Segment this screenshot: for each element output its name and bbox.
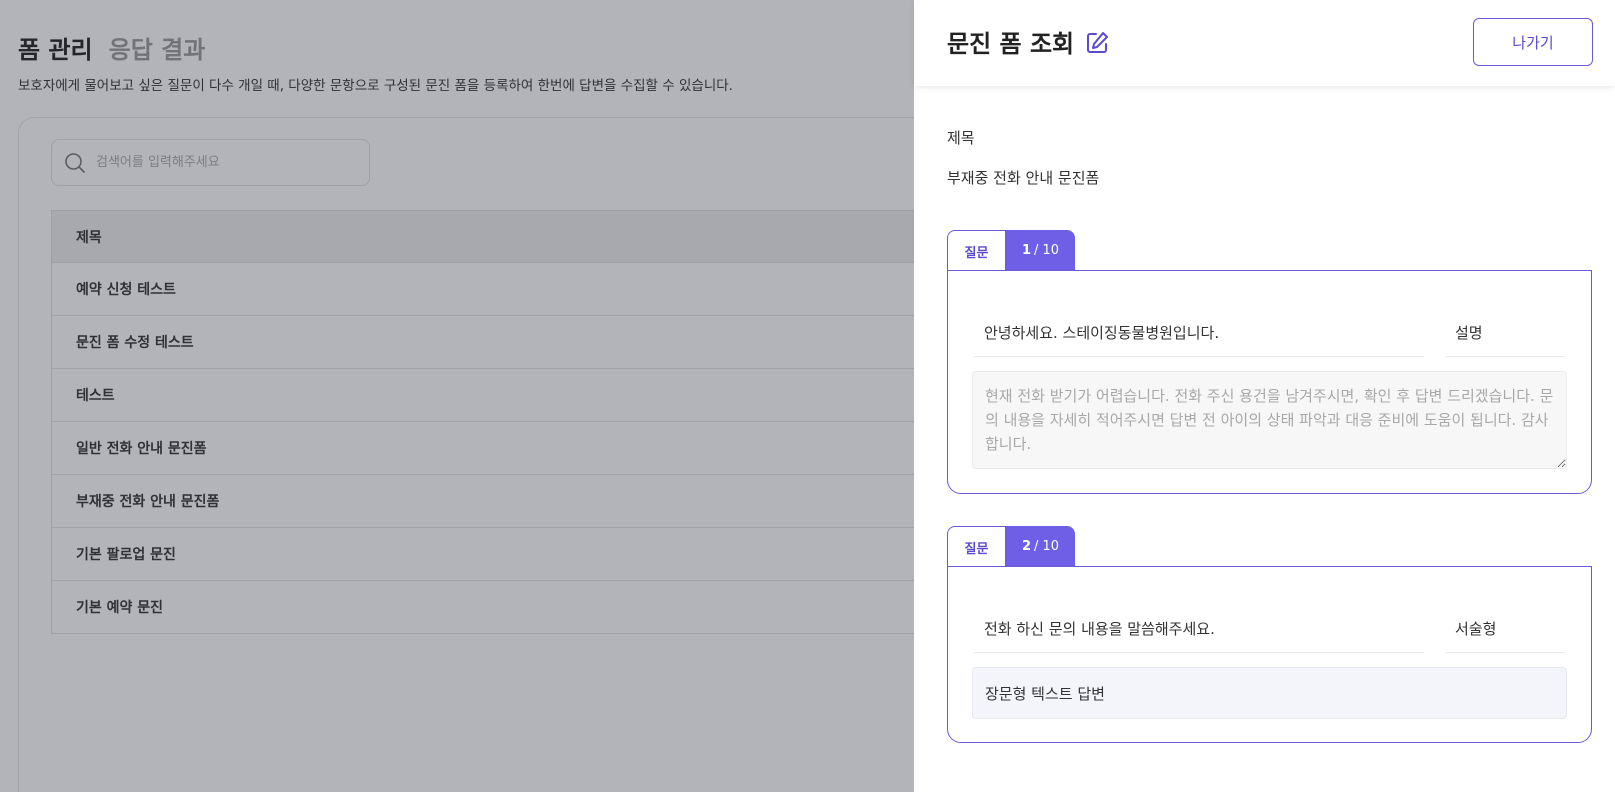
question-tabs: 질문 2 / 10 (947, 526, 1075, 567)
question-tab-label: 질문 (947, 230, 1006, 271)
question-total: / 10 (1033, 539, 1060, 554)
form-view-drawer: 문진 폼 조회 나가기 제목 부재중 전화 안내 문진폼 질문 1 / 10 안… (914, 0, 1615, 792)
drawer-header: 문진 폼 조회 나가기 (914, 0, 1615, 86)
question-counter: 2 / 10 (1006, 526, 1075, 567)
question-text: 안녕하세요. 스테이징동물병원입니다. (974, 309, 1424, 357)
title-field-value: 부재중 전화 안내 문진폼 (947, 169, 1100, 187)
question-description-textarea[interactable]: 현재 전화 받기가 어렵습니다. 전화 주신 용건을 남겨주시면, 확인 후 답… (972, 371, 1567, 469)
question-body: 전화 하신 문의 내용을 말씀해주세요. 서술형 장문형 텍스트 답변 (947, 566, 1592, 743)
answer-type-field: 장문형 텍스트 답변 (972, 667, 1567, 719)
title-field-label: 제목 (947, 129, 975, 147)
question-total: / 10 (1033, 243, 1060, 258)
exit-button[interactable]: 나가기 (1473, 18, 1593, 66)
question-index: 2 (1021, 539, 1031, 554)
question-counter: 1 / 10 (1006, 230, 1075, 271)
question-text: 전화 하신 문의 내용을 말씀해주세요. (974, 605, 1424, 653)
question-tabs: 질문 1 / 10 (947, 230, 1075, 271)
edit-icon[interactable] (1084, 30, 1110, 56)
question-type: 설명 (1445, 309, 1565, 357)
question-index: 1 (1021, 243, 1031, 258)
question-type: 서술형 (1445, 605, 1565, 653)
drawer-title: 문진 폼 조회 (947, 30, 1075, 58)
question-body: 안녕하세요. 스테이징동물병원입니다. 설명 현재 전화 받기가 어렵습니다. … (947, 270, 1592, 494)
question-tab-label: 질문 (947, 526, 1006, 567)
question-card: 질문 2 / 10 전화 하신 문의 내용을 말씀해주세요. 서술형 장문형 텍… (947, 526, 1592, 744)
modal-overlay[interactable] (0, 0, 914, 792)
question-card: 질문 1 / 10 안녕하세요. 스테이징동물병원입니다. 설명 현재 전화 받… (947, 230, 1592, 495)
